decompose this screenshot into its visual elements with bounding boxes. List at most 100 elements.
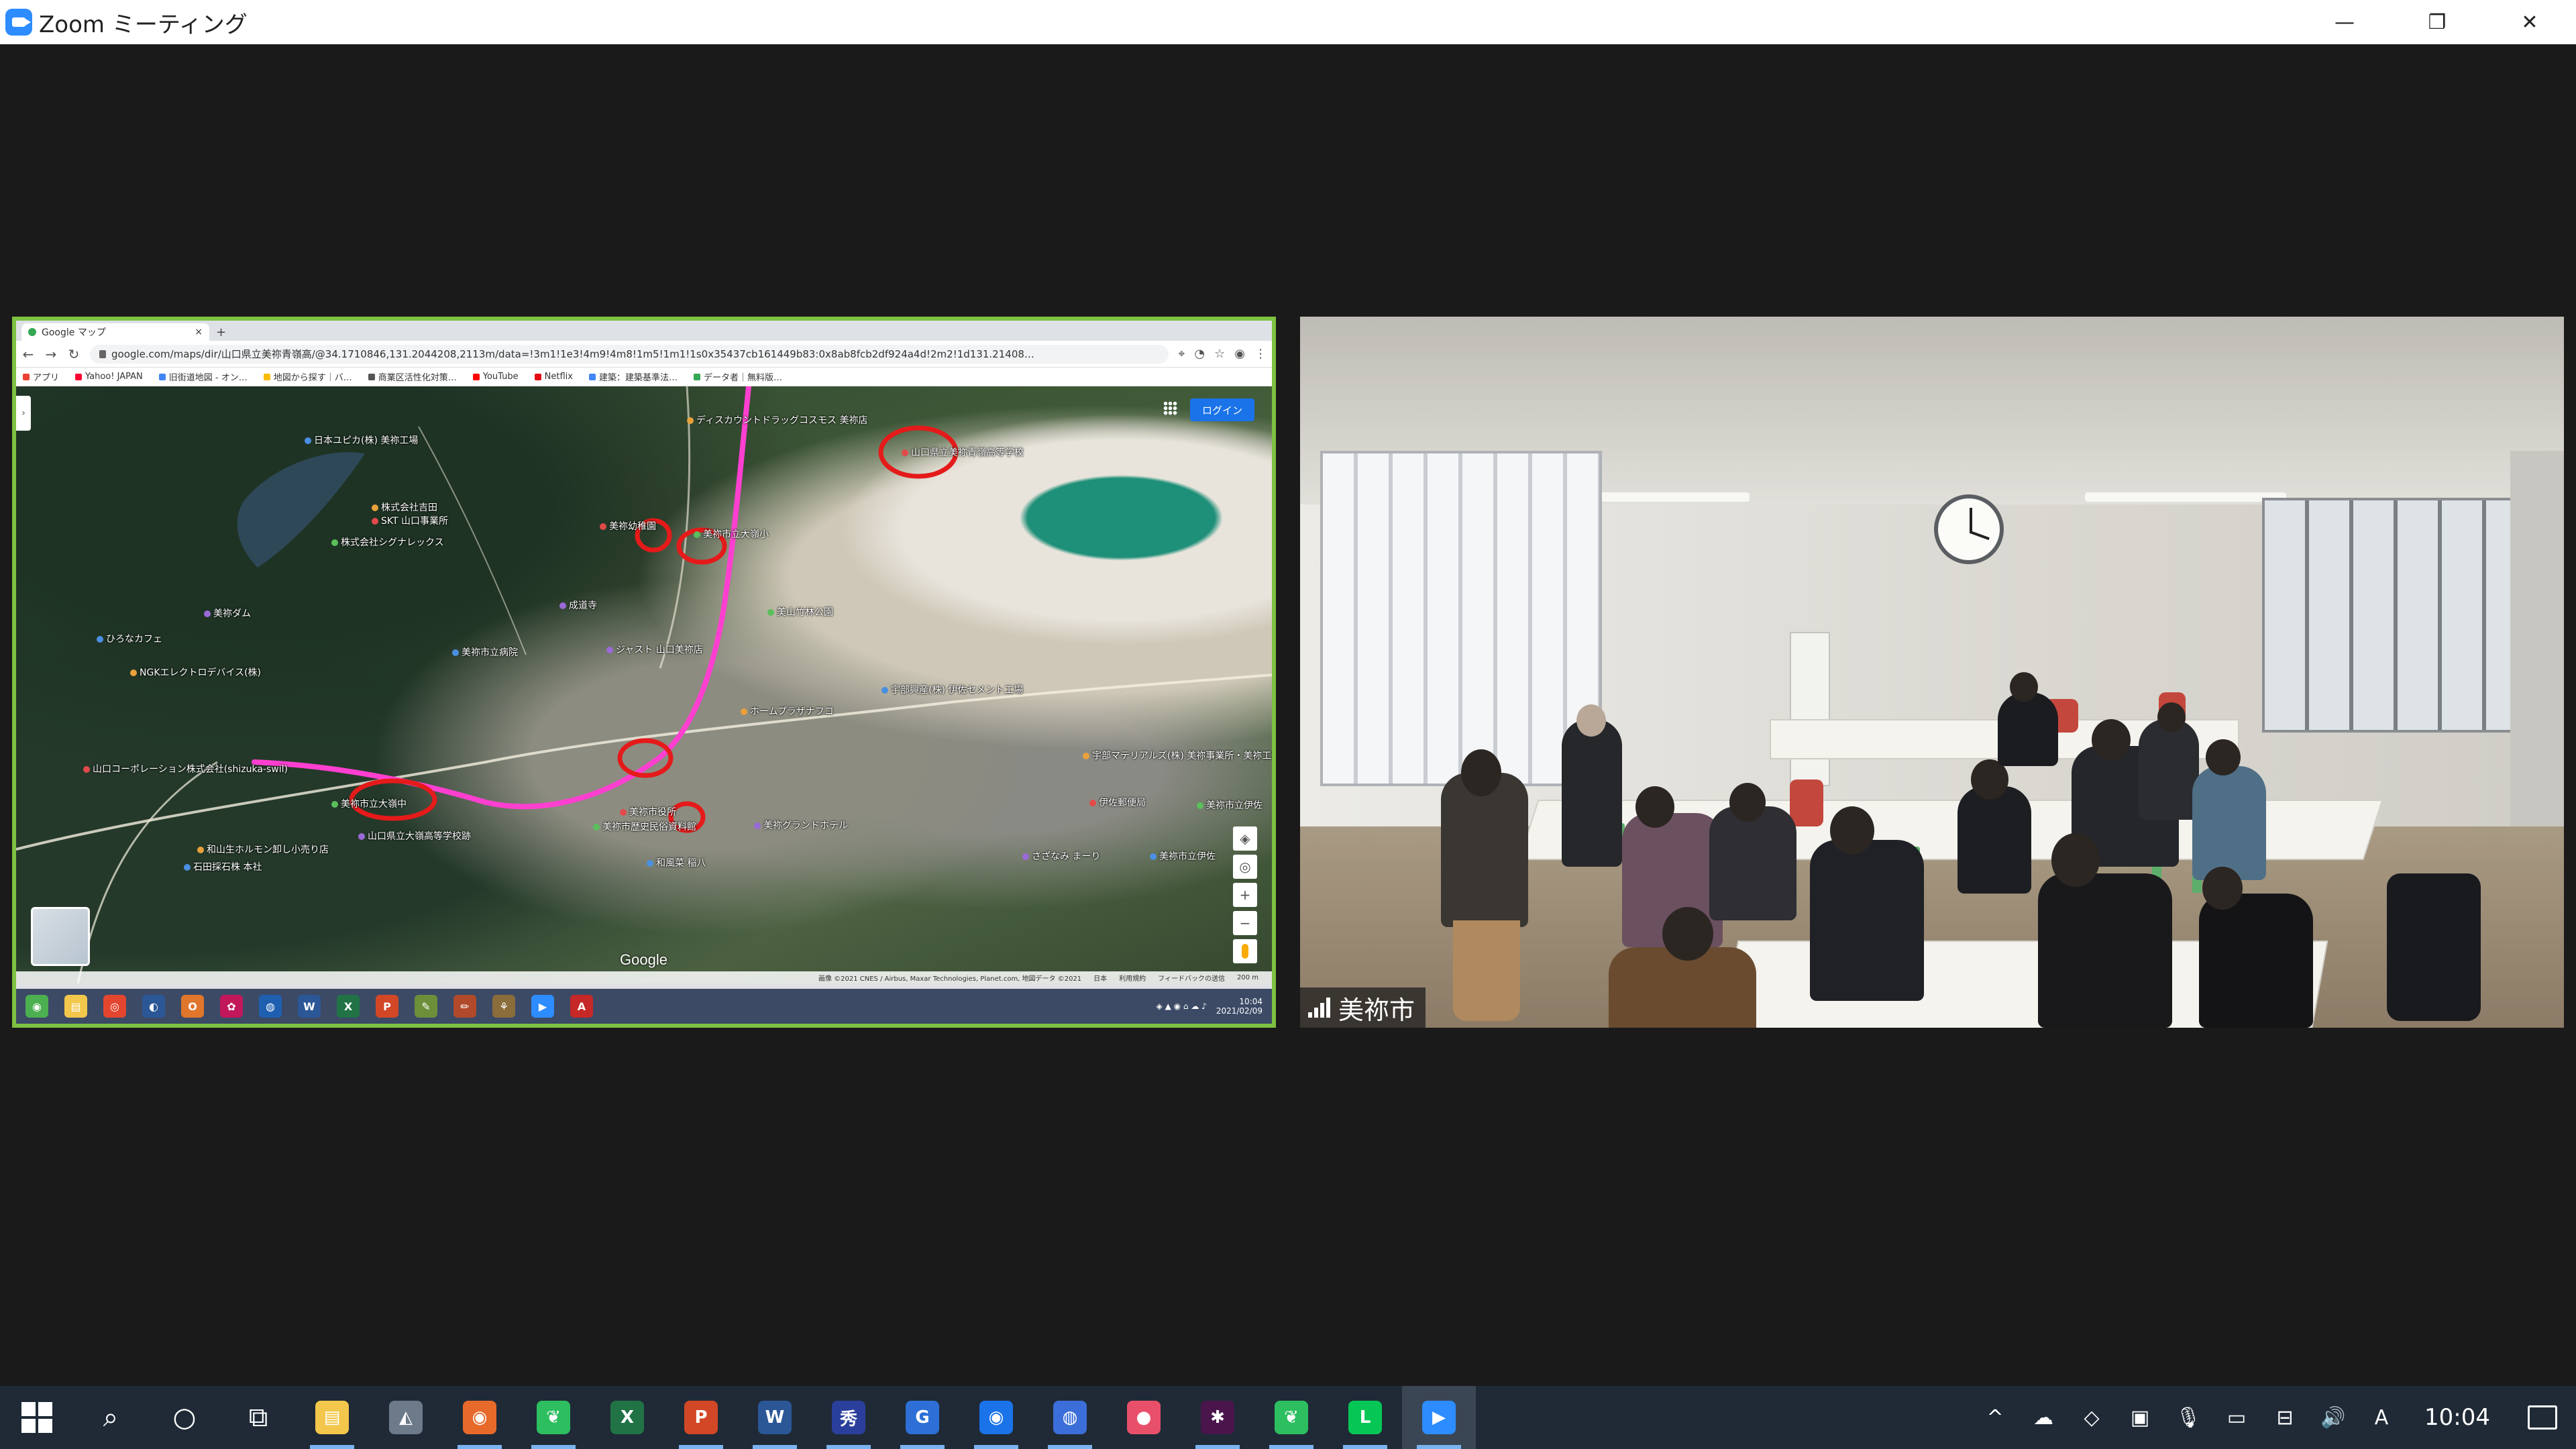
tab-close-icon[interactable]: × bbox=[195, 327, 203, 337]
map-place-label[interactable]: ホームプラザナフコ bbox=[741, 704, 834, 718]
shared-taskbar-app-icon[interactable]: ⚘ bbox=[492, 995, 515, 1018]
map-layers-button[interactable] bbox=[31, 907, 90, 966]
zoom-button[interactable]: ▶ bbox=[1402, 1386, 1476, 1449]
shared-taskbar-app-icon[interactable]: W bbox=[298, 995, 321, 1018]
slack-button[interactable]: ✱ bbox=[1181, 1386, 1254, 1449]
participant-video-tile[interactable]: 美祢市 bbox=[1300, 317, 2564, 1028]
login-button[interactable]: ログイン bbox=[1190, 398, 1254, 421]
zoom-out-button[interactable]: − bbox=[1233, 911, 1257, 935]
bookmark-item[interactable]: Yahoo! JAPAN bbox=[75, 372, 143, 382]
shared-taskbar-app-icon[interactable]: P bbox=[376, 995, 398, 1018]
shared-taskbar-app-icon[interactable]: ◎ bbox=[103, 995, 126, 1018]
map-place-label[interactable]: 美祢市立大嶺中 bbox=[331, 797, 407, 810]
compass-icon[interactable]: ◈ bbox=[1233, 826, 1257, 851]
hat-button[interactable]: ◭ bbox=[369, 1386, 443, 1449]
dropbox-icon[interactable]: ◇ bbox=[2068, 1386, 2116, 1449]
browser-tab[interactable]: Google マップ × bbox=[21, 323, 209, 341]
new-tab-button[interactable]: + bbox=[216, 323, 226, 341]
task-view-button[interactable]: ⧉ bbox=[221, 1386, 295, 1449]
map-place-label[interactable]: 美祢市立大嶺小 bbox=[694, 527, 769, 541]
gamepad-button[interactable]: ◍ bbox=[1033, 1386, 1107, 1449]
street-view-pegman-icon[interactable] bbox=[1233, 939, 1257, 963]
ime-icon[interactable]: A bbox=[2357, 1386, 2406, 1449]
bookmark-item[interactable]: 旧街道地図 - オン… bbox=[158, 370, 248, 383]
map-place-label[interactable]: 宇部マテリアルズ(株) 美祢事業所・美祢工場 bbox=[1083, 749, 1272, 762]
location-icon[interactable]: ⌖ bbox=[1178, 347, 1185, 361]
map-place-label[interactable]: 山口コーポレーション株式会社(shizuka-swil) bbox=[83, 762, 288, 775]
map-footer-item[interactable]: 日本 bbox=[1093, 973, 1107, 983]
minimize-button[interactable]: — bbox=[2298, 0, 2391, 44]
map-place-label[interactable]: 宇部興産(株) 伊佐セメント工場 bbox=[881, 683, 1023, 696]
map-place-label[interactable]: 成道寺 bbox=[559, 598, 597, 612]
bookmark-item[interactable]: Netflix bbox=[534, 372, 573, 382]
map-place-label[interactable]: 美祢市立伊佐 bbox=[1197, 798, 1263, 812]
map-place-label[interactable]: 美祢市役所 bbox=[620, 805, 676, 818]
notification-center-icon[interactable] bbox=[2509, 1386, 2576, 1449]
map-place-label[interactable]: 株式会社吉田 bbox=[372, 500, 437, 514]
map-place-label[interactable]: ジャスト 山口美祢店 bbox=[606, 643, 703, 656]
map-place-label[interactable]: 山口県立美祢青嶺高等学校 bbox=[902, 445, 1024, 459]
map-place-label[interactable]: ひろなカフェ bbox=[97, 632, 162, 645]
excel-button[interactable]: X bbox=[590, 1386, 664, 1449]
map-place-label[interactable]: 美祢ダム bbox=[204, 606, 251, 620]
shared-taskbar-app-icon[interactable]: A bbox=[570, 995, 593, 1018]
evernote-button[interactable]: ❦ bbox=[517, 1386, 590, 1449]
taskbar-clock[interactable]: 10:04 bbox=[2406, 1404, 2509, 1431]
map-place-label[interactable]: 美祢市立伊佐 bbox=[1150, 849, 1216, 863]
shared-taskbar-app-icon[interactable]: X bbox=[337, 995, 360, 1018]
extension-icon[interactable]: ◔ bbox=[1194, 347, 1205, 361]
satellite-map[interactable]: › ログイン 日本ユピカ(株) 美祢工場 株式会社吉田 SKT 山口事業所 株式会社シ… bbox=[16, 386, 1272, 983]
shared-taskbar-app-icon[interactable]: ▤ bbox=[64, 995, 87, 1018]
map-place-label[interactable]: 山口県立大嶺高等学校跡 bbox=[358, 829, 471, 843]
meet-now-icon[interactable]: ▣ bbox=[2116, 1386, 2164, 1449]
close-button[interactable]: ✕ bbox=[2483, 0, 2576, 44]
forward-icon[interactable]: → bbox=[44, 346, 58, 362]
restore-button[interactable]: ❐ bbox=[2391, 0, 2483, 44]
address-bar[interactable]: google.com/maps/dir/山口県立美祢青嶺高/@34.171084… bbox=[90, 344, 1169, 364]
map-place-label[interactable]: 美祢グランドホテル bbox=[754, 818, 848, 832]
line-button[interactable]: L bbox=[1328, 1386, 1402, 1449]
menu-icon[interactable]: ⋮ bbox=[1254, 347, 1267, 361]
shared-screen-tile[interactable]: Google マップ × + ← → ↻ google.com/maps/dir… bbox=[12, 317, 1276, 1028]
zoom-in-button[interactable]: + bbox=[1233, 883, 1257, 907]
map-place-label[interactable]: 伊佐郵便局 bbox=[1089, 796, 1146, 809]
shared-taskbar-app-icon[interactable]: ✿ bbox=[220, 995, 243, 1018]
onedrive-icon[interactable]: ☁ bbox=[2019, 1386, 2068, 1449]
map-place-label[interactable]: 株式会社シグナレックス bbox=[331, 535, 444, 549]
app-g-button[interactable]: G bbox=[885, 1386, 959, 1449]
start-button[interactable] bbox=[0, 1386, 74, 1449]
map-place-label[interactable]: さざなみ まーり bbox=[1022, 849, 1100, 863]
evernote2-button[interactable]: ❦ bbox=[1254, 1386, 1328, 1449]
map-place-label[interactable]: 日本ユピカ(株) 美祢工場 bbox=[305, 433, 418, 447]
drop-button[interactable]: ● bbox=[1107, 1386, 1181, 1449]
firefox-button[interactable]: ◉ bbox=[443, 1386, 517, 1449]
shared-taskbar-app-icon[interactable]: ◉ bbox=[25, 995, 48, 1018]
map-place-label[interactable]: ディスカウントドラッグコスモス 美祢店 bbox=[687, 413, 867, 427]
map-place-label[interactable]: 和山生ホルモン卸し小売り店 bbox=[197, 843, 329, 856]
bookmark-item[interactable]: 地図から探す｜バ… bbox=[263, 370, 352, 383]
map-footer-item[interactable]: フィードバックの送信 bbox=[1158, 973, 1225, 983]
map-place-label[interactable]: SKT 山口事業所 bbox=[372, 514, 448, 527]
bookmark-star-icon[interactable]: ☆ bbox=[1214, 347, 1225, 361]
map-place-label[interactable]: 美祢市立病院 bbox=[452, 645, 518, 659]
chevron-up-icon[interactable]: ^ bbox=[1971, 1386, 2019, 1449]
map-place-label[interactable]: NGKエレクトロデバイス(株) bbox=[130, 665, 261, 679]
map-place-label[interactable]: 石田採石株 本社 bbox=[184, 860, 262, 873]
shared-taskbar-app-icon[interactable]: ✏ bbox=[453, 995, 476, 1018]
shared-taskbar-app-icon[interactable]: ◐ bbox=[142, 995, 165, 1018]
file-explorer-button[interactable]: ▤ bbox=[295, 1386, 369, 1449]
bookmark-item[interactable]: YouTube bbox=[472, 372, 519, 382]
bookmark-item[interactable]: データ者｜無料版… bbox=[693, 370, 782, 383]
shared-taskbar-app-icon[interactable]: O bbox=[181, 995, 204, 1018]
shared-taskbar-app-icon[interactable]: ◍ bbox=[259, 995, 282, 1018]
search-button[interactable]: ⌕ bbox=[74, 1386, 148, 1449]
map-footer-item[interactable]: 利用規約 bbox=[1119, 973, 1146, 983]
map-place-label[interactable]: 和風菜 稲八 bbox=[647, 856, 706, 869]
back-icon[interactable]: ← bbox=[21, 346, 35, 362]
map-place-label[interactable]: 美山竹林公園 bbox=[767, 605, 833, 619]
word-button[interactable]: W bbox=[738, 1386, 812, 1449]
microphone-icon[interactable]: 🎙 bbox=[2164, 1386, 2212, 1449]
bookmark-item[interactable]: 建築：建築基準法… bbox=[588, 370, 678, 383]
shared-taskbar-app-icon[interactable]: ✎ bbox=[415, 995, 437, 1018]
battery-icon[interactable]: ▭ bbox=[2212, 1386, 2261, 1449]
